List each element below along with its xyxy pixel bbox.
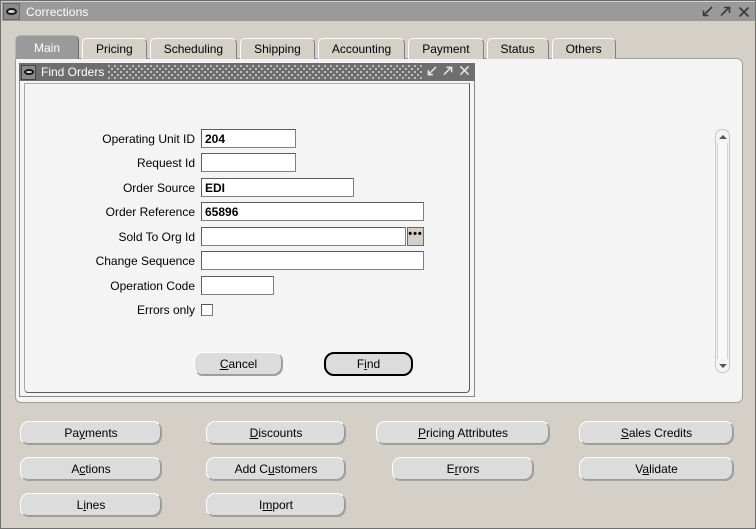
window-title: Corrections <box>26 4 89 19</box>
tab-label: Payment <box>422 42 470 56</box>
tab-scheduling[interactable]: Scheduling <box>149 38 238 59</box>
window-titlebar: Corrections <box>2 2 755 21</box>
payments-button[interactable]: Payments <box>20 421 162 445</box>
field-label: Sold To Org Id <box>118 229 196 244</box>
find-button-label: Find <box>356 357 381 371</box>
close-icon[interactable] <box>738 6 750 18</box>
oval-system-menu-icon[interactable] <box>21 64 36 80</box>
minimize-icon[interactable] <box>702 6 713 17</box>
tab-strip: Main Pricing Scheduling Shipping Account… <box>15 35 619 59</box>
maximize-icon[interactable] <box>720 6 731 17</box>
tab-main[interactable]: Main <box>15 35 80 59</box>
field-label: Operation Code <box>110 278 195 293</box>
tab-label: Scheduling <box>163 42 224 56</box>
pricing-attributes-button[interactable]: Pricing Attributes <box>376 421 550 445</box>
find-button[interactable]: Find <box>324 352 413 376</box>
corrections-window: Corrections Main Pricing Scheduling Ship… <box>0 0 756 529</box>
dialog-body: Operating Unit ID Request Id Order Sourc… <box>19 81 475 397</box>
field-order-source: Order Source <box>80 178 354 197</box>
tab-payment[interactable]: Payment <box>408 38 484 59</box>
import-button[interactable]: Import <box>206 493 346 517</box>
tab-label: Main <box>34 40 61 55</box>
tab-label: Status <box>500 42 535 56</box>
tab-label: Pricing <box>96 42 133 56</box>
minimize-icon[interactable] <box>427 63 437 81</box>
button-label: Pricing Attributes <box>417 426 509 440</box>
tab-others[interactable]: Others <box>551 38 616 59</box>
field-request-id: Request Id <box>80 153 296 172</box>
field-errors-only: Errors only <box>80 300 213 319</box>
dialog-controls <box>427 63 475 81</box>
field-operating-unit-id: Operating Unit ID <box>80 129 296 148</box>
lines-button[interactable]: Lines <box>20 493 162 517</box>
tab-label: Accounting <box>331 42 392 56</box>
sales-credits-button[interactable]: Sales Credits <box>579 421 734 445</box>
titlebar-drag-texture[interactable] <box>108 65 423 79</box>
scroll-up-arrow-icon[interactable] <box>716 130 729 143</box>
tab-label: Shipping <box>254 42 301 56</box>
dialog-title: Find Orders <box>41 65 105 79</box>
field-order-reference: Order Reference <box>80 202 424 221</box>
operation-code-input[interactable] <box>201 276 274 295</box>
find-orders-dialog: Find Orders Operating Unit ID 204 Reques… <box>19 63 475 397</box>
maximize-icon[interactable] <box>443 63 453 81</box>
canvas-vertical-scrollbar[interactable] <box>715 129 730 373</box>
add-customers-button[interactable]: Add Customers <box>206 457 346 481</box>
window-controls <box>702 6 755 18</box>
field-change-sequence: Change Sequence <box>80 251 424 270</box>
button-label: Sales Credits <box>620 426 693 440</box>
errors-button[interactable]: Errors <box>392 457 534 481</box>
button-label: Actions <box>71 462 111 476</box>
button-label: Validate <box>635 462 678 476</box>
tab-status[interactable]: Status <box>486 38 549 59</box>
errors-only-label: Errors only <box>136 302 195 317</box>
order-reference-input[interactable] <box>201 202 424 221</box>
button-label: Payments <box>64 426 118 440</box>
change-sequence-input[interactable] <box>201 251 424 270</box>
order-source-input[interactable] <box>201 178 354 197</box>
button-label: Add Customers <box>234 462 318 476</box>
lov-ellipsis-icon[interactable]: ••• <box>407 227 424 246</box>
cancel-button[interactable]: Cancel <box>194 352 283 376</box>
tab-label: Others <box>565 42 602 56</box>
scroll-down-arrow-icon[interactable] <box>716 359 729 372</box>
operating-unit-id-input[interactable] <box>201 129 296 148</box>
sold-to-org-id-input[interactable] <box>201 227 406 246</box>
field-label: Order Reference <box>105 204 195 219</box>
field-sold-to-org-id: Sold To Org Id ••• <box>80 227 424 246</box>
oval-system-menu-icon[interactable] <box>3 3 20 20</box>
field-operation-code: Operation Code <box>80 276 274 295</box>
actions-button[interactable]: Actions <box>20 457 162 481</box>
tab-shipping[interactable]: Shipping <box>240 38 315 59</box>
tab-accounting[interactable]: Accounting <box>317 38 406 59</box>
discounts-button[interactable]: Discounts <box>206 421 346 445</box>
button-label: Errors <box>446 462 480 476</box>
cancel-button-label: Cancel <box>219 357 258 371</box>
field-label: Request Id <box>136 155 195 170</box>
button-label: Lines <box>76 498 106 512</box>
scrollbar-trough[interactable] <box>717 143 728 359</box>
close-icon[interactable] <box>459 63 470 81</box>
tab-pricing[interactable]: Pricing <box>82 38 147 59</box>
field-label: Operating Unit ID <box>102 131 195 146</box>
errors-only-checkbox[interactable] <box>201 303 213 316</box>
validate-button[interactable]: Validate <box>579 457 734 481</box>
field-label: Order Source <box>122 180 195 195</box>
button-label: Discounts <box>249 426 303 440</box>
dialog-titlebar: Find Orders <box>19 63 475 81</box>
request-id-input[interactable] <box>201 153 296 172</box>
button-label: Import <box>258 498 294 512</box>
field-label: Change Sequence <box>95 253 195 268</box>
